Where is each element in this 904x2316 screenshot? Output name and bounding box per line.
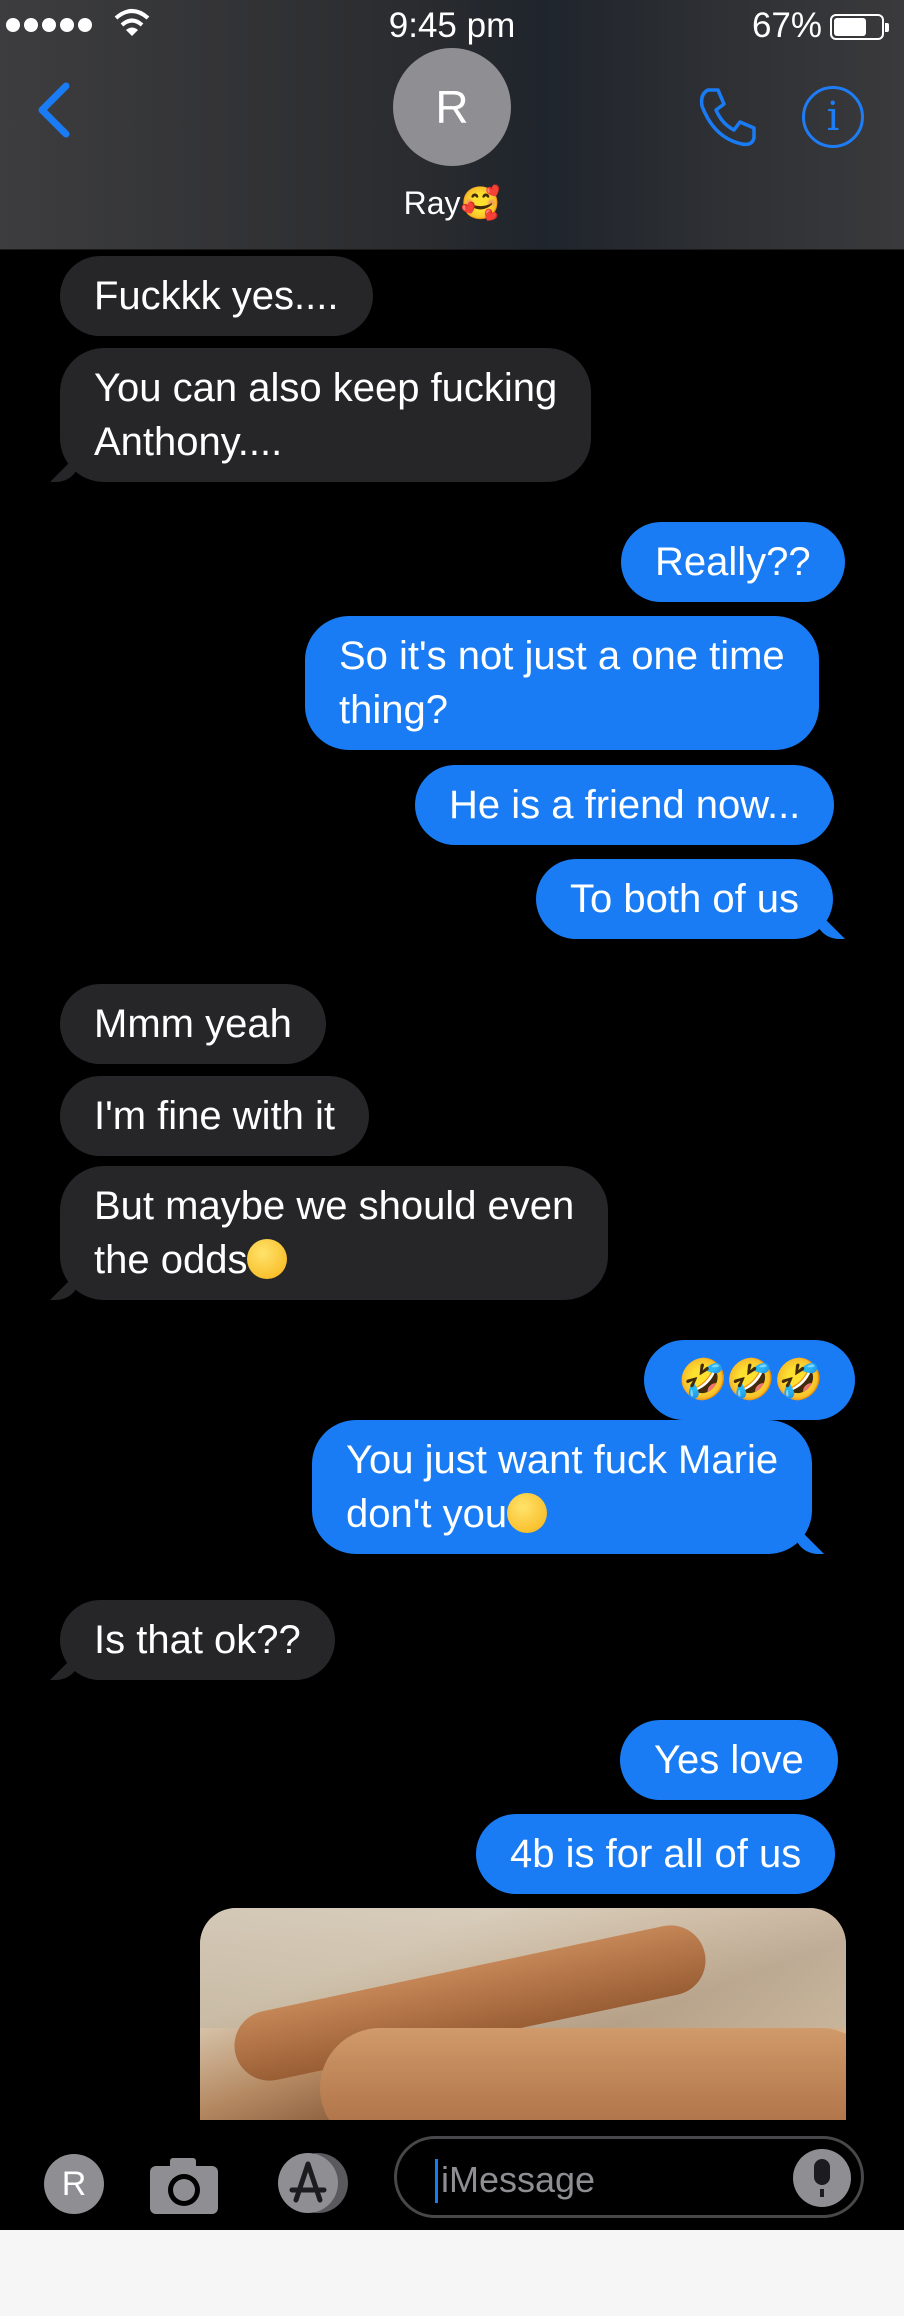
message-outgoing[interactable]: So it's not just a one time thing? xyxy=(305,616,819,750)
message-text: I'm fine with it xyxy=(94,1094,336,1138)
image-attachment[interactable] xyxy=(200,1908,846,2120)
message-text: Really?? xyxy=(655,540,811,584)
message-outgoing[interactable]: Really?? xyxy=(621,522,845,602)
message-input[interactable]: iMessage xyxy=(394,2136,864,2218)
message-outgoing[interactable]: He is a friend now... xyxy=(415,765,835,845)
message-outgoing[interactable]: You just want fuck Marie don't you xyxy=(312,1420,813,1554)
message-text: Mmm yeah xyxy=(94,1002,292,1046)
message-text: He is a friend now... xyxy=(449,783,801,827)
phone-icon[interactable] xyxy=(694,84,760,150)
message-text: 🤣🤣🤣 xyxy=(678,1358,823,1402)
message-text: Yes love xyxy=(654,1738,804,1782)
message-incoming[interactable]: Mmm yeah xyxy=(60,984,326,1064)
message-text: Fuckkk yes.... xyxy=(94,274,339,318)
message-incoming[interactable]: But maybe we should even the odds xyxy=(60,1166,609,1300)
winking-face-emoji xyxy=(247,1239,288,1279)
message-incoming[interactable]: You can also keep fucking Anthony.... xyxy=(60,348,592,482)
message-text: don't you xyxy=(346,1492,508,1536)
message-incoming[interactable]: Is that ok?? xyxy=(60,1600,335,1680)
camera-icon[interactable] xyxy=(148,2152,220,2216)
contact-avatar-button[interactable]: R xyxy=(44,2154,104,2214)
message-text: Anthony.... xyxy=(94,420,283,464)
avatar-initial: R xyxy=(435,81,469,133)
composer-bar: R iMessage xyxy=(0,2122,904,2230)
message-outgoing[interactable]: 🤣🤣🤣 xyxy=(644,1340,856,1420)
message-text: Is that ok?? xyxy=(94,1618,301,1662)
message-text: thing? xyxy=(339,688,448,732)
contact-avatar[interactable]: R xyxy=(393,48,511,166)
message-text: You just want fuck Marie xyxy=(346,1438,779,1482)
message-incoming[interactable]: I'm fine with it xyxy=(60,1076,370,1156)
message-placeholder: iMessage xyxy=(441,2159,596,2200)
message-outgoing[interactable]: 4b is for all of us xyxy=(476,1814,836,1894)
message-text: But maybe we should even xyxy=(94,1184,575,1228)
winking-face-emoji xyxy=(507,1493,548,1533)
avatar-initial: R xyxy=(61,2164,87,2203)
status-bar: 9:45 pm 67% xyxy=(0,0,904,52)
microphone-icon[interactable] xyxy=(793,2149,851,2207)
message-text: the odds xyxy=(94,1238,248,1282)
message-text: To both of us xyxy=(570,877,800,921)
message-outgoing[interactable]: Yes love xyxy=(620,1720,838,1800)
chevron-left-icon[interactable] xyxy=(30,80,80,140)
battery-percent: 67% xyxy=(751,6,822,45)
contact-name[interactable]: Ray🥰 xyxy=(0,184,904,222)
message-text: So it's not just a one time xyxy=(339,634,785,678)
message-outgoing[interactable]: To both of us xyxy=(536,859,834,939)
keyboard-area xyxy=(0,2230,904,2316)
message-incoming[interactable]: Fuckkk yes.... xyxy=(60,256,373,336)
info-icon[interactable]: i xyxy=(802,86,864,148)
message-text: 4b is for all of us xyxy=(510,1832,802,1876)
battery-icon xyxy=(830,14,889,40)
conversation-header: 9:45 pm 67% R Ray🥰 i xyxy=(0,0,904,250)
message-text: You can also keep fucking xyxy=(94,366,558,410)
app-store-icon[interactable] xyxy=(268,2150,354,2216)
